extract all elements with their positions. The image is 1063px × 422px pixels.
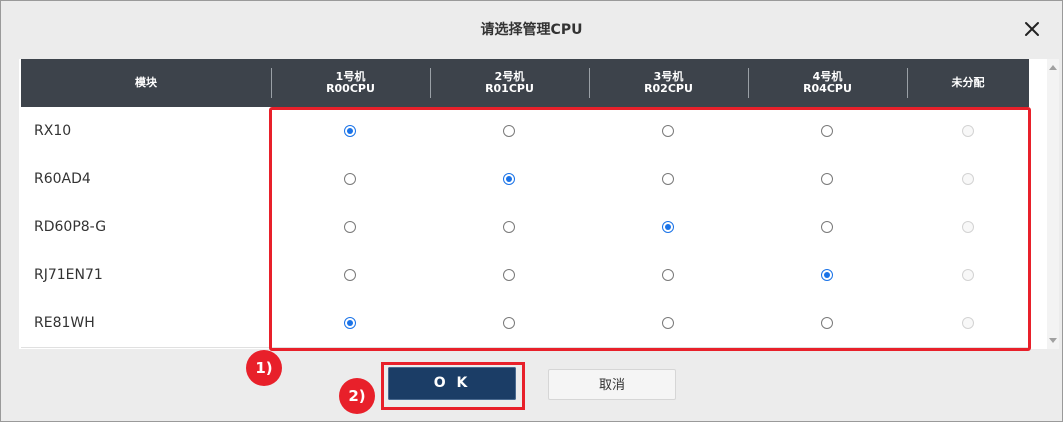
step-2-badge: 2) <box>339 378 375 414</box>
scroll-up-arrow-icon[interactable] <box>1049 65 1057 70</box>
column-header-unassigned: 未分配 <box>907 59 1029 107</box>
module-name: RD60P8-G <box>34 219 107 235</box>
column-header-cpu3: 3号机 R02CPU <box>589 59 748 107</box>
column-header-cpu2: 2号机 R01CPU <box>430 59 589 107</box>
column-header-label: 模块 <box>135 76 157 89</box>
radio-selection-highlight <box>269 107 1031 351</box>
scroll-down-arrow-icon[interactable] <box>1049 338 1057 343</box>
column-header-cpu4: 4号机 R04CPU <box>748 59 907 107</box>
column-header-sublabel: R01CPU <box>485 82 534 95</box>
module-name: RE81WH <box>34 315 95 331</box>
table-header: 模块 1号机 R00CPU 2号机 R01CPU 3号机 R02CPU 4号机 … <box>21 59 1029 107</box>
column-header-label: 未分配 <box>951 76 985 89</box>
vertical-scrollbar[interactable] <box>1047 59 1059 349</box>
module-name: RJ71EN71 <box>34 267 103 283</box>
close-icon[interactable] <box>1020 17 1044 41</box>
column-header-cpu1: 1号机 R00CPU <box>271 59 430 107</box>
column-header-module: 模块 <box>21 59 271 107</box>
cancel-button[interactable]: 取消 <box>548 369 676 400</box>
column-header-sublabel: R02CPU <box>644 82 693 95</box>
step-1-badge: 1) <box>246 350 282 386</box>
select-cpu-dialog: 请选择管理CPU 模块 1号机 R00CPU 2号机 R01CPU 3号机 R0… <box>0 0 1063 422</box>
dialog-title: 请选择管理CPU <box>480 22 583 38</box>
module-name: R60AD4 <box>34 171 91 187</box>
ok-button-highlight <box>381 362 525 410</box>
module-name: RX10 <box>34 123 72 139</box>
column-header-sublabel: R00CPU <box>326 82 375 95</box>
column-header-sublabel: R04CPU <box>803 82 852 95</box>
